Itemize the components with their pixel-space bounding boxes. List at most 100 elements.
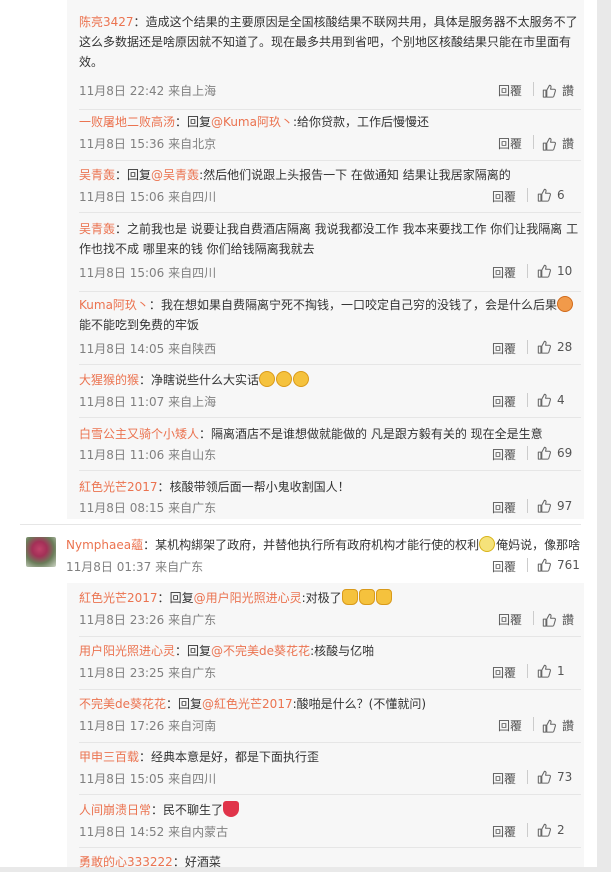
comment-username[interactable]: 大猩猴的猴 <box>79 373 139 387</box>
comment-username[interactable]: 用户阳光照进心灵 <box>79 644 175 658</box>
comment-text: 经典本意是好，都是下面执行歪 <box>151 750 320 764</box>
comment-timestamp-location: 11月8日 15:06 来自四川 <box>79 190 217 204</box>
action-divider <box>527 264 528 278</box>
thumbs-up-icon <box>542 137 556 151</box>
comment-username[interactable]: 吴青轰 <box>79 168 115 182</box>
reply-button[interactable]: 回覆 <box>492 264 516 281</box>
like-button[interactable]: 10 <box>537 264 572 278</box>
reply-comment: 用户阳光照进心灵：回复@不完美de葵花花:核酸与亿啪 <box>79 641 579 661</box>
reply-button[interactable]: 回覆 <box>492 188 516 205</box>
like-count: 69 <box>557 446 573 460</box>
like-count: 28 <box>557 340 573 354</box>
like-count: 6 <box>557 188 565 202</box>
mention-link[interactable]: @用户阳光照进心灵 <box>194 591 302 605</box>
comment-timestamp-location: 11月8日 11:06 来自山东 <box>79 448 217 462</box>
reply-button[interactable]: 回覆 <box>492 770 516 787</box>
thumbs-up-icon <box>537 340 551 354</box>
action-divider <box>533 82 534 96</box>
reply-divider <box>79 742 581 743</box>
user-avatar[interactable] <box>26 537 56 567</box>
comment-timestamp-location: 11月8日 11:07 来自上海 <box>79 395 217 409</box>
reply-button[interactable]: 回覆 <box>492 446 516 463</box>
like-button[interactable]: 4 <box>537 393 565 407</box>
like-button[interactable]: 2 <box>537 823 565 837</box>
comment-text: 核酸带领后面一帮小鬼收割国人！ <box>169 480 350 494</box>
thumbs-up-icon <box>537 264 551 278</box>
comment-text: 之前我也是 说要让我自费酒店隔离 我说我都没工作 我本来要找工作 你们让我隔离 … <box>79 222 579 256</box>
comment-text: 净瞎说些什么大实话 <box>151 373 260 387</box>
reply-button[interactable]: 回覆 <box>498 135 522 152</box>
reply-button[interactable]: 回覆 <box>492 340 516 357</box>
comment-username[interactable]: 一败屠地二败高汤 <box>79 115 175 129</box>
comment-timestamp-location: 11月8日 15:36 来自北京 <box>79 137 217 151</box>
like-button[interactable]: 28 <box>537 340 572 354</box>
like-button[interactable]: 73 <box>537 770 572 784</box>
thumb-emoji-icon <box>375 589 392 605</box>
mention-link[interactable]: @Kuma阿玖丶 <box>211 115 293 129</box>
comment-separator: ： <box>199 427 212 441</box>
reply-button[interactable]: 回覆 <box>492 393 516 410</box>
comment-username[interactable]: 不完美de葵花花 <box>79 697 166 711</box>
like-button[interactable]: 讚 <box>542 611 574 628</box>
reply-button[interactable]: 回覆 <box>492 558 516 575</box>
like-button[interactable]: 讚 <box>542 717 574 734</box>
comment-text: 某机构綁架了政府，并替他执行所有政府机构才能行使的权利 <box>155 538 480 552</box>
reply-comment: Kuma阿玖丶：我在想如果自费隔离宁死不掏钱，一口咬定自己穷的没钱了，会是什么后… <box>79 295 579 335</box>
main-comment: Nymphaea蘊：某机构綁架了政府，并替他执行所有政府机构才能行使的权利 俺妈说… <box>66 535 581 555</box>
comment-separator: ： <box>139 750 152 764</box>
comment-username[interactable]: 紅色光芒2017 <box>79 591 158 605</box>
like-button[interactable]: 69 <box>537 446 572 460</box>
comment-text: 造成这个结果的主要原因是全国核酸结果不联网共用，具体是服务器不太服务不了这么多数… <box>79 15 578 69</box>
comment-text: :酸啪是什么？(不懂就问) <box>292 697 427 711</box>
like-count: 2 <box>557 823 565 837</box>
comment-separator: ： <box>139 373 152 387</box>
comment-username[interactable]: 陈亮3427 <box>79 15 134 29</box>
reply-divider <box>79 847 581 848</box>
comment-username[interactable]: 白雪公主又骑个小矮人 <box>79 427 199 441</box>
reply-comment: 人间崩溃日常：民不聊生了 <box>79 800 579 820</box>
comment-separator: ： <box>115 222 128 236</box>
action-divider <box>527 770 528 784</box>
comment-username[interactable]: 人间崩溃日常 <box>79 803 151 817</box>
like-button[interactable]: 6 <box>537 188 565 202</box>
reply-divider <box>79 689 581 690</box>
comment-username[interactable]: Nymphaea蘊 <box>66 538 143 552</box>
comment-username[interactable]: 甲申三百载 <box>79 750 139 764</box>
comment-username[interactable]: 紅色光芒2017 <box>79 480 158 494</box>
smile-emoji-icon <box>259 371 276 387</box>
mention-link[interactable]: @紅色光芒2017 <box>202 697 293 711</box>
reply-divider <box>79 212 581 213</box>
thumbs-up-icon <box>537 499 551 513</box>
comment-separator: ： <box>133 15 146 29</box>
comment-text: 我在想如果自费隔离宁死不掏钱，一口咬定自己穷的没钱了，会是什么后果 <box>160 298 557 312</box>
reply-button[interactable]: 回覆 <box>492 664 516 681</box>
comment-username[interactable]: 吴青轰 <box>79 222 115 236</box>
like-button[interactable]: 761 <box>537 558 580 572</box>
comment-separator: ： <box>175 115 188 129</box>
reply-prefix: 回复 <box>187 644 212 658</box>
reply-prefix: 回复 <box>169 591 194 605</box>
reply-divider <box>79 636 581 637</box>
like-count: 97 <box>557 499 573 513</box>
like-button[interactable]: 1 <box>537 664 565 678</box>
reply-button[interactable]: 回覆 <box>498 82 522 99</box>
reply-prefix: 回复 <box>178 697 203 711</box>
comment-timestamp-location: 11月8日 23:26 来自广东 <box>79 613 217 627</box>
reply-divider <box>79 417 581 418</box>
action-divider <box>527 340 528 354</box>
comment-timestamp-location: 11月8日 01:37 来自广东 <box>66 560 204 574</box>
like-button[interactable]: 讚 <box>542 135 574 152</box>
like-button[interactable]: 97 <box>537 499 572 513</box>
reply-button[interactable]: 回覆 <box>492 823 516 840</box>
comment-username[interactable]: Kuma阿玖丶 <box>79 298 149 312</box>
reply-button[interactable]: 回覆 <box>498 611 522 628</box>
mention-link[interactable]: @吴青轰 <box>151 168 199 182</box>
reply-button[interactable]: 回覆 <box>498 717 522 734</box>
action-divider <box>527 558 528 572</box>
thumbs-up-icon <box>542 719 556 733</box>
like-button[interactable]: 讚 <box>542 82 574 99</box>
reply-button[interactable]: 回覆 <box>492 499 516 516</box>
mention-link[interactable]: @不完美de葵花花 <box>211 644 310 658</box>
reply-comment: 吴青轰：回复@吴青轰:然后他们说跟上头报告一下 在做通知 结果让我居家隔离的 <box>79 165 579 185</box>
thumbs-up-icon <box>537 823 551 837</box>
